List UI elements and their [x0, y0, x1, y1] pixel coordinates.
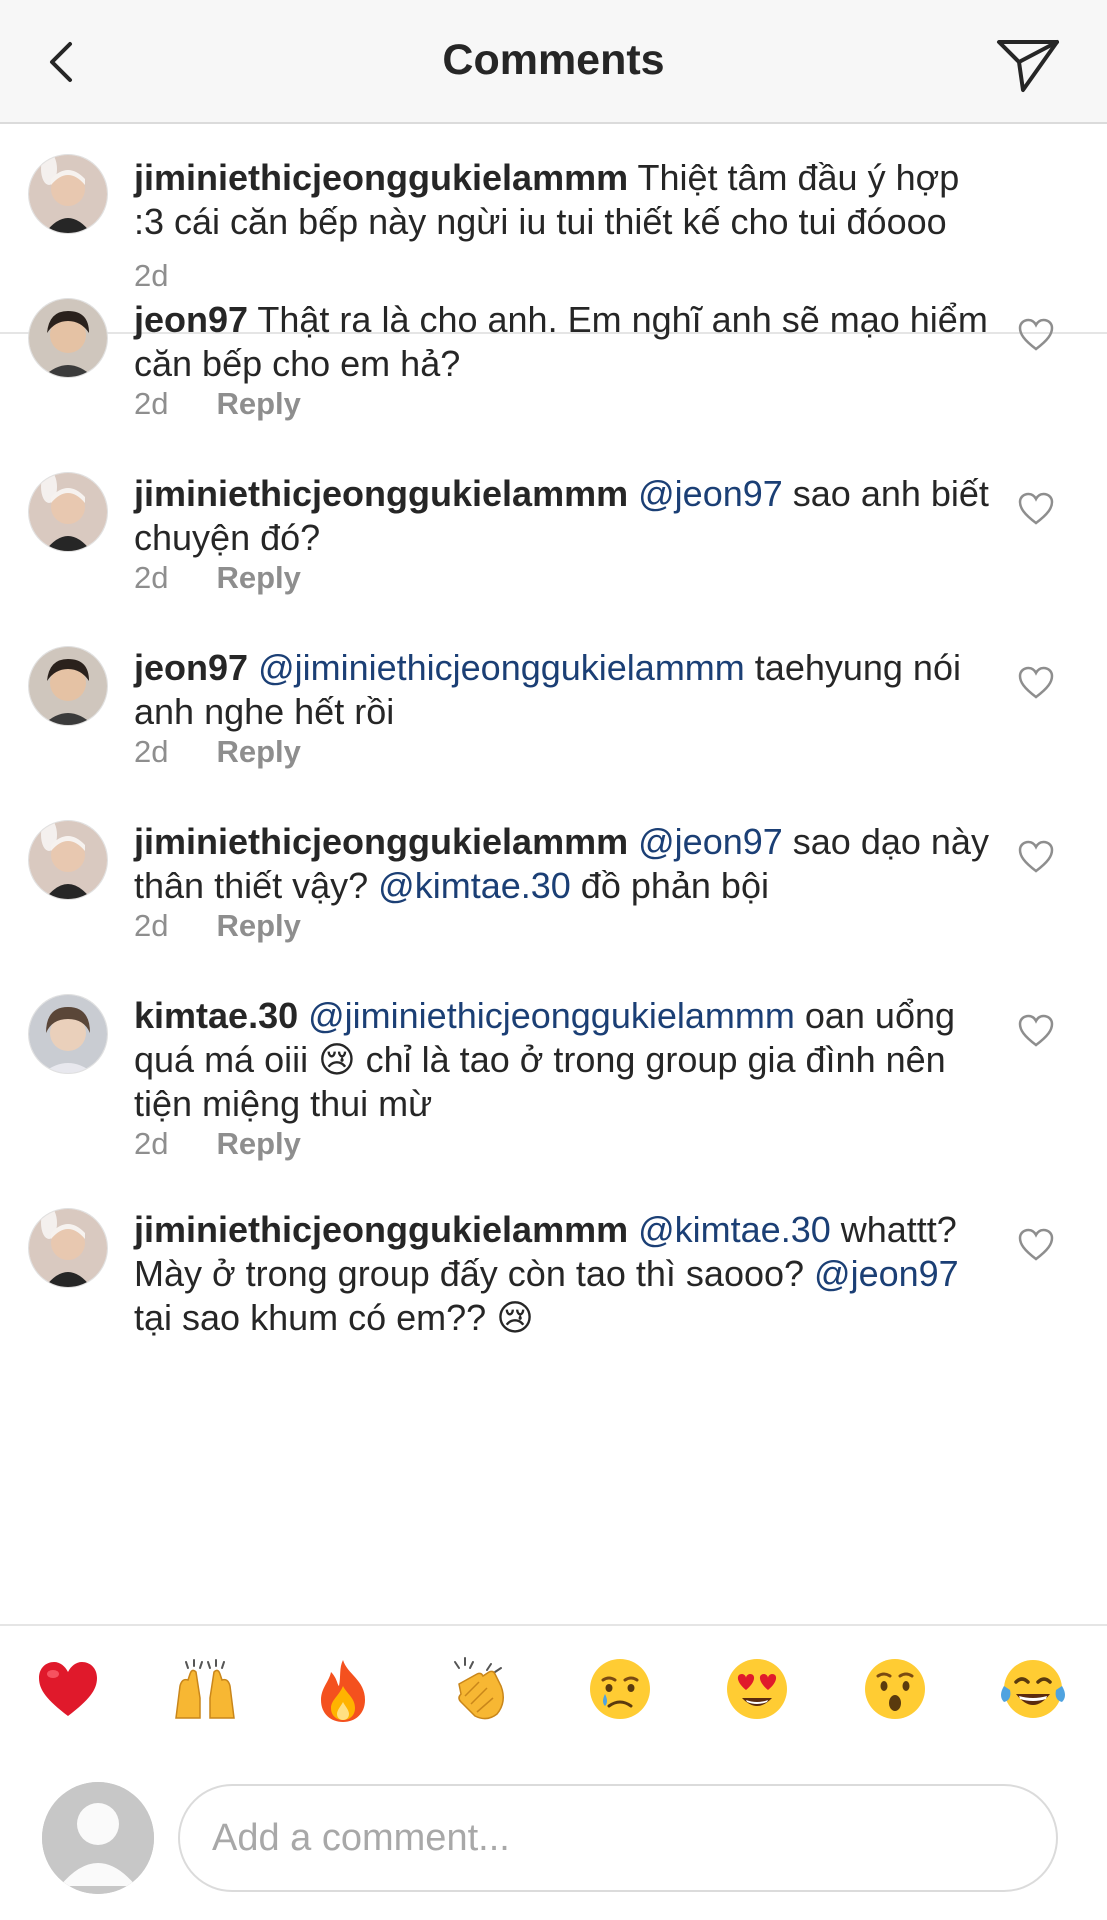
- mention-link[interactable]: @jiminiethicjeonggukielammm: [308, 995, 795, 1036]
- like-heart-icon[interactable]: [1018, 318, 1054, 352]
- avatar[interactable]: [28, 472, 108, 552]
- fire-icon[interactable]: [308, 1656, 378, 1726]
- comment-meta: 2d Reply: [134, 908, 301, 944]
- comment-meta: 2d Reply: [134, 1126, 301, 1162]
- surprised-face-icon[interactable]: [860, 1656, 930, 1726]
- username-link[interactable]: jiminiethicjeonggukielammm: [134, 821, 628, 862]
- timestamp: 2d: [134, 1126, 169, 1161]
- mention-link[interactable]: @jeon97: [638, 473, 783, 514]
- heart-eyes-icon[interactable]: [722, 1656, 792, 1726]
- reply-button[interactable]: Reply: [216, 1126, 300, 1161]
- avatar[interactable]: [28, 820, 108, 900]
- clapping-hands-icon[interactable]: [445, 1656, 515, 1726]
- like-heart-icon[interactable]: [1018, 840, 1054, 874]
- mention-link[interactable]: @jeon97: [814, 1253, 959, 1294]
- comment-text: kimtae.30 @jiminiethicjeonggukielammm oa…: [134, 994, 1004, 1126]
- page-title: Comments: [442, 36, 665, 84]
- comment-text: jeon97 @jiminiethicjeonggukielammm taehy…: [134, 646, 1004, 734]
- timestamp: 2d: [134, 258, 169, 293]
- crying-face-emoji: 😢: [496, 1297, 534, 1338]
- reply-button[interactable]: Reply: [216, 560, 300, 595]
- crying-face-emoji: 😢: [318, 1039, 356, 1080]
- caption-text: jiminiethicjeonggukielammm Thiệt tâm đầu…: [134, 156, 964, 244]
- caption-meta: 2d: [134, 258, 168, 294]
- comment-text: jiminiethicjeonggukielammm @jeon97 sao a…: [134, 472, 1004, 560]
- crying-face-icon[interactable]: [585, 1656, 655, 1726]
- timestamp: 2d: [134, 734, 169, 769]
- emoji-quick-bar: [0, 1624, 1107, 1771]
- username-link[interactable]: jiminiethicjeonggukielammm: [134, 473, 628, 514]
- red-heart-icon[interactable]: [33, 1656, 103, 1726]
- avatar[interactable]: [28, 646, 108, 726]
- reply-button[interactable]: Reply: [216, 734, 300, 769]
- comment-body: Thật ra là cho anh. Em nghĩ anh sẽ mạo h…: [134, 299, 988, 384]
- avatar[interactable]: [28, 994, 108, 1074]
- tears-of-joy-icon[interactable]: [998, 1656, 1068, 1726]
- comment-body: tại sao khum có em??: [134, 1297, 497, 1338]
- reply-button[interactable]: Reply: [216, 908, 300, 943]
- comment-text: jiminiethicjeonggukielammm @kimtae.30 wh…: [134, 1208, 1004, 1340]
- mention-link[interactable]: @kimtae.30: [638, 1209, 831, 1250]
- username-link[interactable]: jeon97: [134, 647, 248, 688]
- mention-link[interactable]: @jiminiethicjeonggukielammm: [258, 647, 745, 688]
- like-heart-icon[interactable]: [1018, 492, 1054, 526]
- username-link[interactable]: jiminiethicjeonggukielammm: [134, 1209, 628, 1250]
- comment-text: jiminiethicjeonggukielammm @jeon97 sao d…: [134, 820, 1004, 908]
- username-link[interactable]: jeon97: [134, 299, 248, 340]
- avatar[interactable]: [28, 154, 108, 234]
- comment-text: jeon97 Thật ra là cho anh. Em nghĩ anh s…: [134, 298, 1004, 386]
- user-avatar-placeholder-icon: [42, 1782, 154, 1894]
- add-comment-input[interactable]: [178, 1784, 1058, 1892]
- comment-meta: 2d Reply: [134, 734, 301, 770]
- avatar[interactable]: [28, 298, 108, 378]
- comment-composer: [0, 1770, 1107, 1920]
- comment-meta: 2d Reply: [134, 386, 301, 422]
- like-heart-icon[interactable]: [1018, 666, 1054, 700]
- like-heart-icon[interactable]: [1018, 1014, 1054, 1048]
- comment-meta: 2d Reply: [134, 560, 301, 596]
- timestamp: 2d: [134, 908, 169, 943]
- username-link[interactable]: kimtae.30: [134, 995, 298, 1036]
- mention-link[interactable]: @jeon97: [638, 821, 783, 862]
- timestamp: 2d: [134, 386, 169, 421]
- avatar[interactable]: [28, 1208, 108, 1288]
- comment-body: đồ phản bội: [570, 865, 769, 906]
- send-direct-icon[interactable]: [993, 30, 1063, 94]
- like-heart-icon[interactable]: [1018, 1228, 1054, 1262]
- mention-link[interactable]: @kimtae.30: [378, 865, 571, 906]
- header-bar: Comments: [0, 0, 1107, 124]
- raising-hands-icon[interactable]: [170, 1656, 240, 1726]
- timestamp: 2d: [134, 560, 169, 595]
- username-link[interactable]: jiminiethicjeonggukielammm: [134, 157, 628, 198]
- reply-button[interactable]: Reply: [216, 386, 300, 421]
